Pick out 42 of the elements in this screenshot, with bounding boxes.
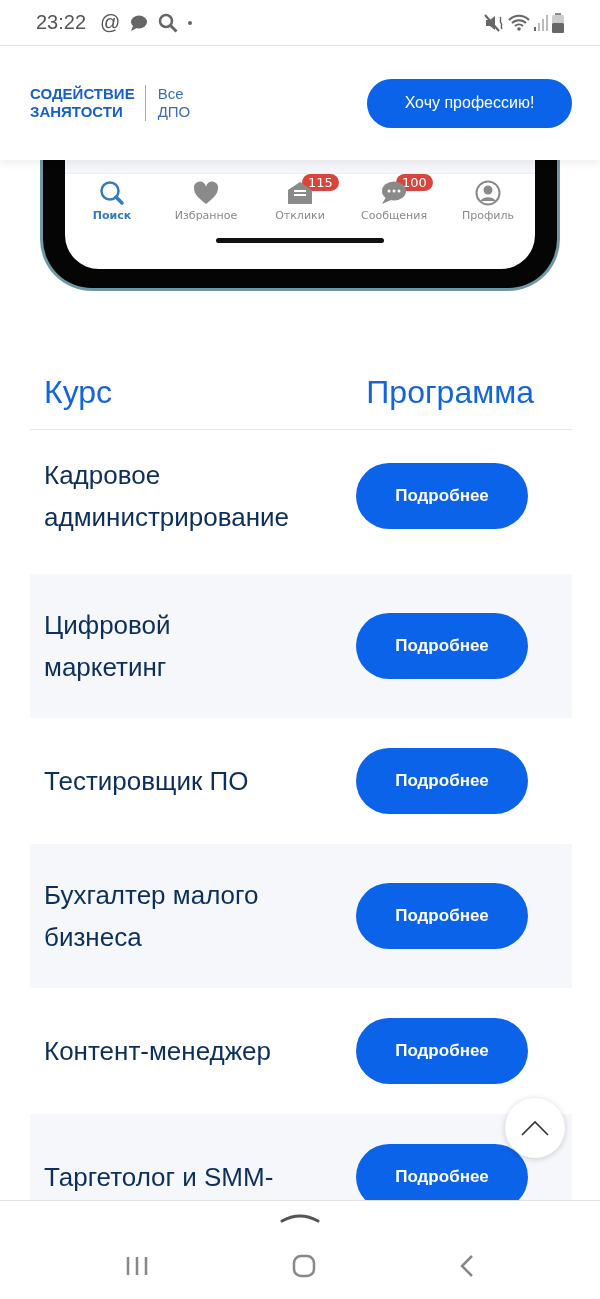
- scroll-top-button[interactable]: [505, 1098, 565, 1158]
- mute-icon: [484, 13, 504, 32]
- count-badge: 115: [302, 174, 339, 191]
- search-icon: [158, 12, 179, 33]
- details-button[interactable]: Подробнее: [356, 463, 528, 529]
- wifi-icon: [508, 13, 530, 32]
- details-button[interactable]: Подробнее: [356, 1018, 528, 1084]
- column-header: Программа: [366, 374, 534, 411]
- tab[interactable]: 115 Отклики: [258, 174, 342, 222]
- tab[interactable]: 100 Сообщения: [352, 174, 436, 222]
- chat-icon: [130, 14, 149, 31]
- course-title: Бухгалтер малого бизнеса: [44, 879, 260, 954]
- profile-icon: [475, 180, 501, 206]
- back-icon[interactable]: [459, 1254, 475, 1278]
- clock: 23:22: [36, 11, 87, 34]
- recent-apps-icon[interactable]: [125, 1255, 149, 1277]
- tab[interactable]: Избранное: [164, 174, 248, 222]
- course-title: Кадровое администрирование: [44, 459, 291, 534]
- tab[interactable]: Профиль: [446, 174, 530, 222]
- signal-icon: [534, 14, 548, 31]
- course-title: Таргетолог и SMM-: [44, 1161, 275, 1194]
- section-label: ДПО: [157, 103, 191, 121]
- heart-icon: [193, 181, 219, 205]
- search-icon: [99, 180, 125, 206]
- details-button[interactable]: Подробнее: [356, 883, 528, 949]
- course-title: Тестировщик ПО: [44, 765, 250, 798]
- tab[interactable]: Поиск: [70, 174, 154, 222]
- logo-text[interactable]: ЗАНЯТОСТИ: [30, 103, 135, 121]
- logo-text[interactable]: СОДЕЙСТВИЕ: [30, 85, 135, 103]
- battery-icon: [552, 12, 564, 33]
- home-icon[interactable]: [292, 1254, 316, 1278]
- dot-icon: [188, 20, 193, 25]
- course-title: Цифровой маркетинг: [44, 609, 172, 684]
- section-label: Все: [157, 85, 185, 103]
- at-sign-icon: @: [100, 11, 121, 34]
- details-button[interactable]: Подробнее: [356, 613, 528, 679]
- column-header: Курс: [44, 374, 113, 411]
- course-title: Контент-менеджер: [44, 1035, 273, 1068]
- details-button[interactable]: Подробнее: [356, 1144, 528, 1200]
- chevron-up-icon: [521, 1120, 549, 1136]
- details-button[interactable]: Подробнее: [356, 748, 528, 814]
- cta-button[interactable]: Хочу профессию!: [367, 78, 572, 128]
